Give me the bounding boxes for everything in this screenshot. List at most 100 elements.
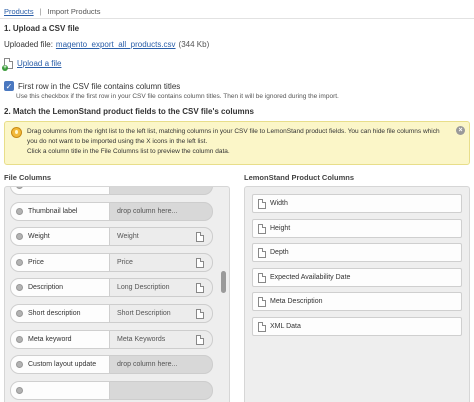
lemonstand-column-name: Height [270,224,291,232]
file-column-name: Custom layout update [28,361,97,369]
hide-column-icon[interactable] [16,207,23,215]
mapped-field[interactable]: Short Description [110,303,213,323]
lemonstand-column-name: Width [270,200,288,207]
hide-column-icon[interactable] [16,361,23,369]
header-divider [0,18,474,19]
scrollbar-thumb[interactable] [221,271,226,293]
lemonstand-column-item[interactable]: Depth [252,243,462,263]
uploaded-file-label: Uploaded file: [4,40,53,49]
hide-column-icon[interactable] [16,284,23,292]
breadcrumb-products-link[interactable]: Products [4,7,34,16]
lemonstand-column-name: Expected Availability Date [270,273,351,281]
mapped-field-name: Short Description [117,309,171,317]
lemonstand-column-name: XML Data [270,322,301,330]
breadcrumb: Products | Import Products [4,4,470,18]
mapped-field[interactable]: Meta Keywords [110,329,213,349]
uploaded-file-size: (344 Kb) [178,40,210,49]
document-icon [196,283,204,294]
breadcrumb-current: Import Products [47,6,101,16]
drop-placeholder: drop column here... [117,361,178,369]
lemonstand-column-item[interactable]: Expected Availability Date [252,267,462,287]
lemonstand-column-name: Meta Description [270,298,323,306]
document-icon [258,223,266,234]
step2-title: 2. Match the LemonStand product fields t… [4,107,254,116]
file-columns-list: Thumbnail label drop column here... Weig… [10,187,219,402]
file-column-item[interactable]: Description [10,278,110,298]
file-column-row [10,187,219,195]
mapped-field[interactable]: Weight [110,227,213,247]
mapped-field-name: Long Description [117,284,170,292]
hint-box: Drag columns from the right list to the … [4,121,470,165]
document-icon [196,334,204,345]
hide-column-icon[interactable] [16,386,23,394]
file-column-item[interactable]: Meta keyword [10,329,110,349]
hide-column-icon[interactable] [16,335,23,343]
hide-column-icon[interactable] [16,233,23,241]
mapped-field[interactable]: Long Description [110,278,213,298]
file-column-item[interactable]: Price [10,252,110,272]
lemonstand-columns-panel: Width Height Depth Expected Availability… [244,186,470,402]
drop-target[interactable] [110,187,213,195]
drop-placeholder: drop column here... [117,207,178,215]
file-column-row: Meta keyword Meta Keywords [10,329,219,349]
mapped-field-name: Weight [117,233,139,241]
lemonstand-column-item[interactable]: XML Data [252,316,462,336]
document-icon [258,297,266,308]
file-column-item[interactable]: Custom layout update [10,355,110,375]
first-row-titles-option: ✓ First row in the CSV file contains col… [4,81,180,91]
file-column-item[interactable]: Weight [10,227,110,247]
close-hint-icon[interactable]: × [456,126,465,135]
file-columns-header: File Columns [4,173,52,182]
lemonstand-column-item[interactable]: Width [252,194,462,213]
document-icon [196,232,204,243]
file-column-name: Short description [28,309,81,317]
file-column-row [10,380,219,400]
file-column-item[interactable]: Thumbnail label [10,201,110,221]
first-row-titles-checkbox[interactable]: ✓ [4,81,14,91]
hint-line-2: Click a column title in the File Columns… [27,148,230,155]
lemonstand-columns-list: Width Height Depth Expected Availability… [252,194,462,342]
add-document-icon: + [2,58,13,71]
file-column-item[interactable]: Short description [10,303,110,323]
file-column-row: Short description Short Description [10,303,219,323]
hide-column-icon[interactable] [16,187,23,189]
mapped-field[interactable]: Price [110,252,213,272]
step1-title: 1. Upload a CSV file [4,24,80,33]
lemonstand-column-name: Depth [270,249,289,257]
uploaded-file-link[interactable]: magento_export_all_products.csv [56,40,176,49]
file-column-row: Custom layout update drop column here... [10,355,219,375]
lemonstand-columns-header: LemonStand Product Columns [244,173,355,182]
upload-file-link[interactable]: Upload a file [17,59,61,68]
breadcrumb-separator: | [39,6,42,16]
file-columns-scrollbar[interactable] [220,186,227,402]
document-icon [196,308,204,319]
hide-column-icon[interactable] [16,258,23,266]
mapped-field-name: Price [117,258,133,266]
file-column-row: Weight Weight [10,227,219,247]
document-icon [258,248,266,259]
file-column-name: Weight [28,233,50,241]
uploaded-file-line: Uploaded file: magento_export_all_produc… [4,40,209,49]
first-row-titles-label[interactable]: First row in the CSV file contains colum… [18,82,180,91]
lemonstand-column-item[interactable]: Meta Description [252,292,462,312]
drop-target[interactable]: drop column here... [110,201,213,221]
file-column-row: Description Long Description [10,278,219,298]
file-column-name: Price [28,258,44,266]
file-column-item[interactable] [10,187,110,195]
hide-column-icon[interactable] [16,309,23,317]
file-column-item[interactable] [10,380,110,400]
file-column-row: Thumbnail label drop column here... [10,201,219,221]
document-icon [258,199,266,209]
mapped-field-name: Meta Keywords [117,335,166,343]
file-columns-panel: Thumbnail label drop column here... Weig… [4,186,230,402]
file-column-name: Meta keyword [28,335,72,343]
file-column-name: Thumbnail label [28,207,78,215]
upload-file-row[interactable]: + Upload a file [2,58,61,71]
lemonstand-column-item[interactable]: Height [252,218,462,238]
drop-target[interactable]: drop column here... [110,355,213,375]
hint-line-1: Drag columns from the right list to the … [27,128,440,145]
document-icon [258,321,266,332]
document-icon [258,272,266,283]
file-column-row: Price Price [10,252,219,272]
drop-target[interactable] [110,380,213,400]
